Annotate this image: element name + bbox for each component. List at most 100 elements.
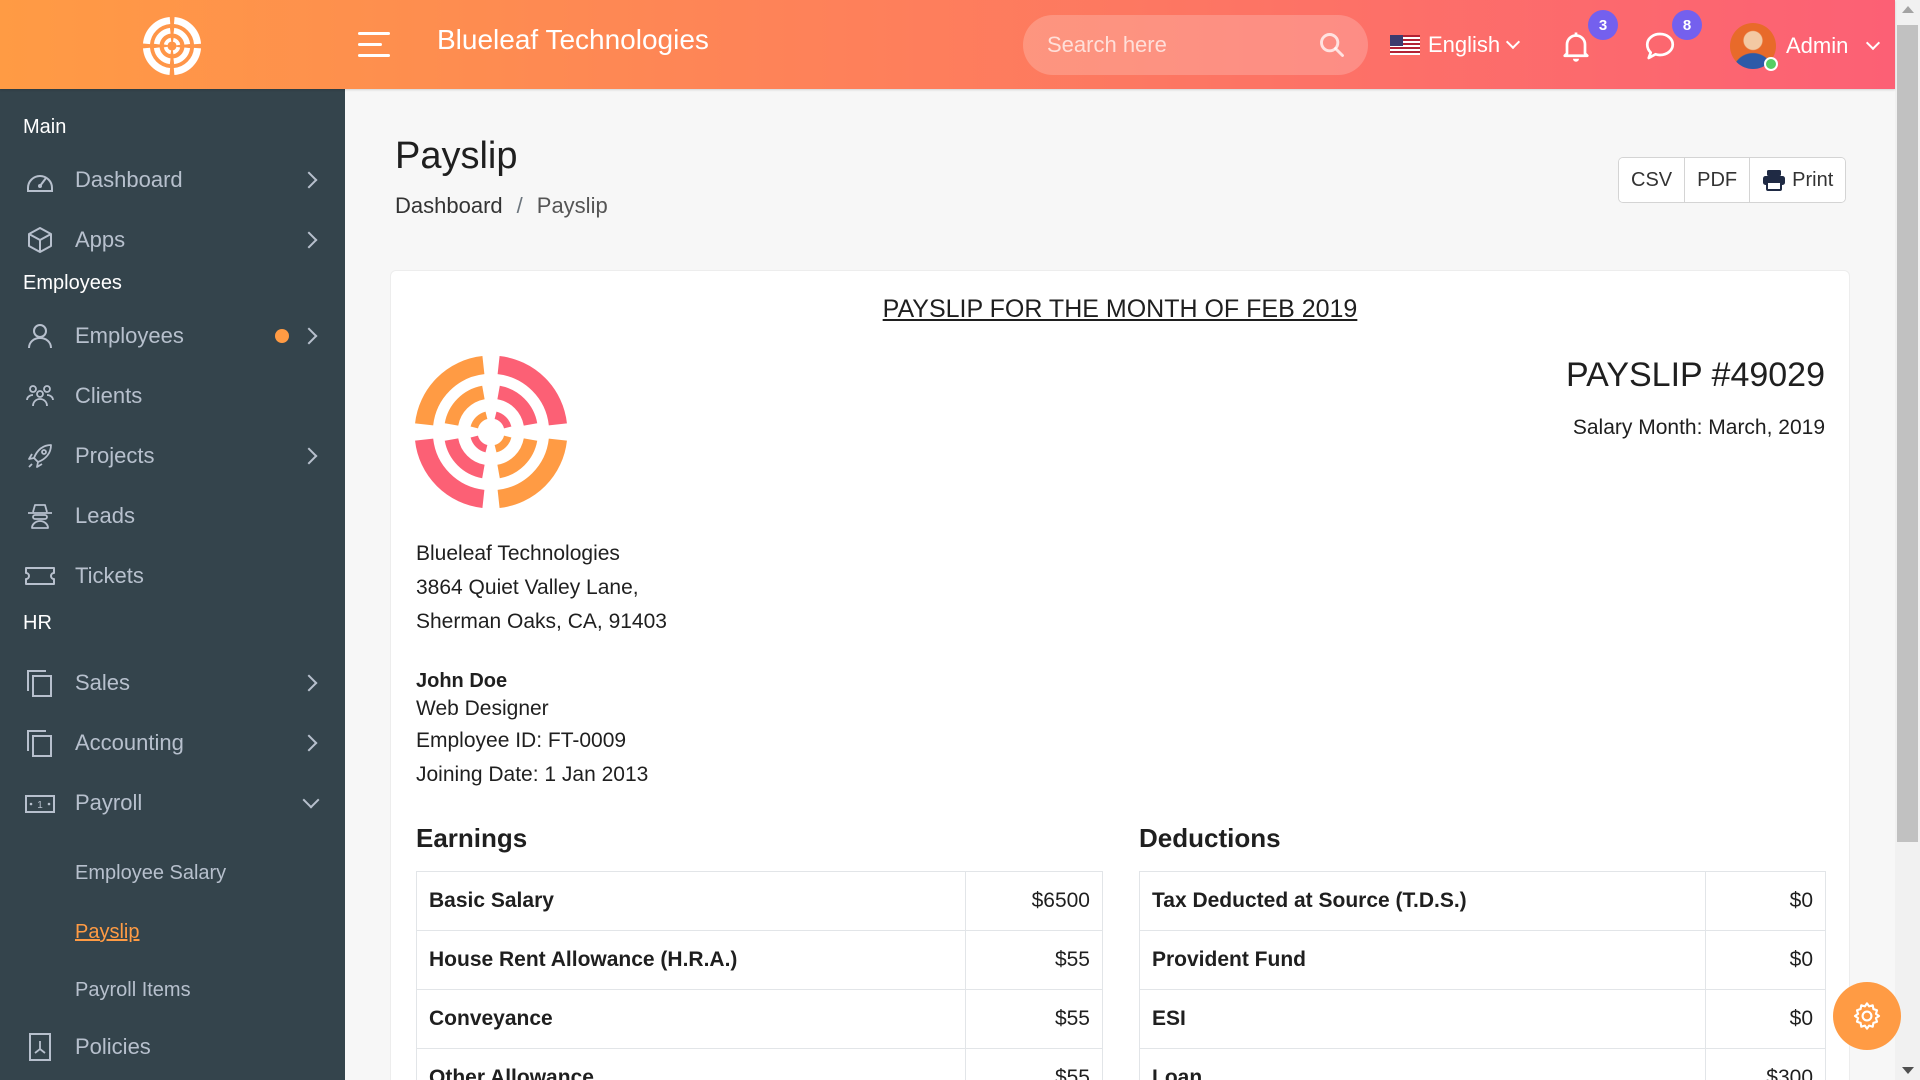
cube-icon bbox=[28, 227, 52, 253]
chevron-right-icon bbox=[300, 447, 318, 465]
messages-badge: 8 bbox=[1672, 10, 1702, 40]
chat-bubble-icon bbox=[1645, 32, 1675, 60]
user-icon bbox=[28, 324, 52, 349]
pdf-label: PDF bbox=[1697, 168, 1738, 191]
menu-section-hr: HR bbox=[23, 612, 52, 634]
sidebar-item-label: Dashboard bbox=[75, 167, 183, 192]
sidebar-item-leads[interactable]: Leads bbox=[0, 491, 345, 541]
scroll-up-arrow-icon[interactable] bbox=[1902, 6, 1914, 13]
print-button[interactable]: Print bbox=[1750, 158, 1846, 202]
earning-value: $55 bbox=[964, 1048, 1104, 1080]
sidebar-item-clients[interactable]: Clients bbox=[0, 371, 345, 421]
settings-button[interactable] bbox=[1833, 982, 1901, 1050]
menu-section-employees: Employees bbox=[23, 272, 122, 294]
earnings-title: Earnings bbox=[416, 823, 528, 853]
target-logo-icon bbox=[142, 16, 202, 76]
earning-label: House Rent Allowance (H.R.A.) bbox=[416, 930, 966, 990]
payslip-number: PAYSLIP #49029 bbox=[1566, 356, 1825, 394]
employee-name: John Doe bbox=[416, 670, 508, 692]
sidebar-item-label: Sales bbox=[75, 670, 131, 695]
sidebar-item-payroll[interactable]: 1 Payroll bbox=[0, 778, 345, 828]
sidebar-item-dashboard[interactable]: Dashboard bbox=[0, 155, 345, 205]
payslip-card: PAYSLIP FOR THE MONTH OF FEB 2019 PAYSLI… bbox=[390, 270, 1850, 1080]
rocket-icon bbox=[28, 444, 52, 468]
table-row: Other Allowance $55 bbox=[416, 1048, 1104, 1080]
chevron-right-icon bbox=[300, 171, 318, 189]
sidebar-subitem-payroll-items[interactable]: Payroll Items bbox=[75, 979, 191, 1002]
payslip-heading: PAYSLIP FOR THE MONTH OF FEB 2019 bbox=[882, 295, 1358, 323]
us-flag-icon bbox=[1390, 35, 1420, 55]
hamburger-line bbox=[358, 32, 390, 35]
employee-joining-date: Joining Date: 1 Jan 2013 bbox=[416, 763, 649, 786]
csv-button[interactable]: CSV bbox=[1619, 158, 1686, 202]
chevron-right-icon bbox=[300, 734, 318, 752]
breadcrumb-separator: / bbox=[516, 193, 523, 218]
notification-dot bbox=[275, 329, 289, 343]
scroll-down-arrow-icon[interactable] bbox=[1902, 1067, 1914, 1074]
messages-button[interactable]: 8 bbox=[1642, 10, 1702, 64]
svg-text:1: 1 bbox=[37, 800, 43, 811]
users-group-icon bbox=[26, 385, 54, 407]
address-line-2: Sherman Oaks, CA, 91403 bbox=[416, 610, 667, 633]
sidebar-toggle-button[interactable] bbox=[358, 32, 392, 58]
company-address: Blueleaf Technologies 3864 Quiet Valley … bbox=[416, 537, 667, 639]
sidebar-subitem-employee-salary[interactable]: Employee Salary bbox=[75, 862, 226, 885]
sidebar-item-label: Projects bbox=[75, 443, 155, 468]
hamburger-line bbox=[358, 54, 390, 57]
deduction-value: $300 bbox=[1705, 1048, 1826, 1080]
sidebar-item-label: Clients bbox=[75, 383, 143, 408]
table-row: ESI $0 bbox=[1138, 989, 1826, 1049]
table-row: Provident Fund $0 bbox=[1138, 930, 1826, 990]
spy-icon bbox=[28, 504, 52, 529]
files-icon bbox=[27, 730, 52, 757]
page-scrollbar[interactable] bbox=[1895, 0, 1920, 1080]
sidebar-item-employees[interactable]: Employees bbox=[0, 311, 345, 361]
ticket-icon bbox=[25, 567, 55, 585]
sidebar-item-projects[interactable]: Projects bbox=[0, 431, 345, 481]
search-icon[interactable] bbox=[1318, 31, 1346, 59]
sidebar-item-tickets[interactable]: Tickets bbox=[0, 551, 345, 601]
deduction-label: ESI bbox=[1138, 989, 1707, 1049]
sidebar-item-accounting[interactable]: Accounting bbox=[0, 718, 345, 768]
sidebar: Main Dashboard Apps Employees Employees bbox=[0, 89, 345, 1080]
sidebar-item-label: Payroll bbox=[75, 790, 143, 815]
export-button-group: CSV PDF Print bbox=[1618, 157, 1847, 203]
chevron-down-icon bbox=[1866, 35, 1881, 51]
deductions-title: Deductions bbox=[1139, 823, 1281, 853]
deduction-value: $0 bbox=[1705, 989, 1826, 1049]
earnings-table: Basic Salary $6500 House Rent Allowance … bbox=[416, 871, 1104, 1080]
app-logo[interactable] bbox=[140, 14, 204, 78]
notifications-button[interactable]: 3 bbox=[1558, 10, 1618, 64]
table-row: Conveyance $55 bbox=[416, 989, 1104, 1049]
breadcrumb: Dashboard / Payslip bbox=[395, 193, 608, 219]
sidebar-subitem-payslip[interactable]: Payslip bbox=[75, 921, 139, 944]
user-menu[interactable]: Admin bbox=[1730, 22, 1881, 71]
chevron-right-icon bbox=[300, 674, 318, 692]
menu-section-main: Main bbox=[23, 116, 67, 138]
deduction-label: Loan bbox=[1138, 1048, 1707, 1080]
language-dropdown[interactable]: English bbox=[1390, 30, 1521, 60]
top-header: Blueleaf Technologies English 3 8 Admin bbox=[0, 0, 1895, 89]
scrollbar-thumb[interactable] bbox=[1897, 25, 1918, 842]
chevron-down-icon bbox=[1506, 34, 1521, 50]
employee-id: Employee ID: FT-0009 bbox=[416, 729, 627, 752]
pdf-button[interactable]: PDF bbox=[1685, 158, 1751, 202]
files-icon bbox=[27, 670, 52, 697]
earning-value: $55 bbox=[964, 930, 1104, 990]
breadcrumb-dashboard-link[interactable]: Dashboard bbox=[395, 193, 503, 219]
earning-value: $6500 bbox=[964, 871, 1104, 931]
table-row: Tax Deducted at Source (T.D.S.) $0 bbox=[1138, 871, 1826, 931]
chevron-right-icon bbox=[300, 327, 318, 345]
sidebar-item-policies[interactable]: Policies bbox=[0, 1022, 345, 1072]
search-input[interactable] bbox=[1047, 15, 1317, 75]
table-row: Basic Salary $6500 bbox=[416, 871, 1104, 931]
csv-label: CSV bbox=[1631, 168, 1673, 191]
sidebar-item-apps[interactable]: Apps bbox=[0, 215, 345, 265]
sidebar-item-sales[interactable]: Sales bbox=[0, 658, 345, 708]
sidebar-item-label: Employees bbox=[75, 323, 184, 348]
breadcrumb-current: Payslip bbox=[536, 193, 608, 218]
chevron-down-icon bbox=[302, 791, 320, 809]
sidebar-item-label: Leads bbox=[75, 503, 135, 528]
language-label: English bbox=[1428, 32, 1501, 57]
search-box bbox=[1023, 15, 1368, 75]
